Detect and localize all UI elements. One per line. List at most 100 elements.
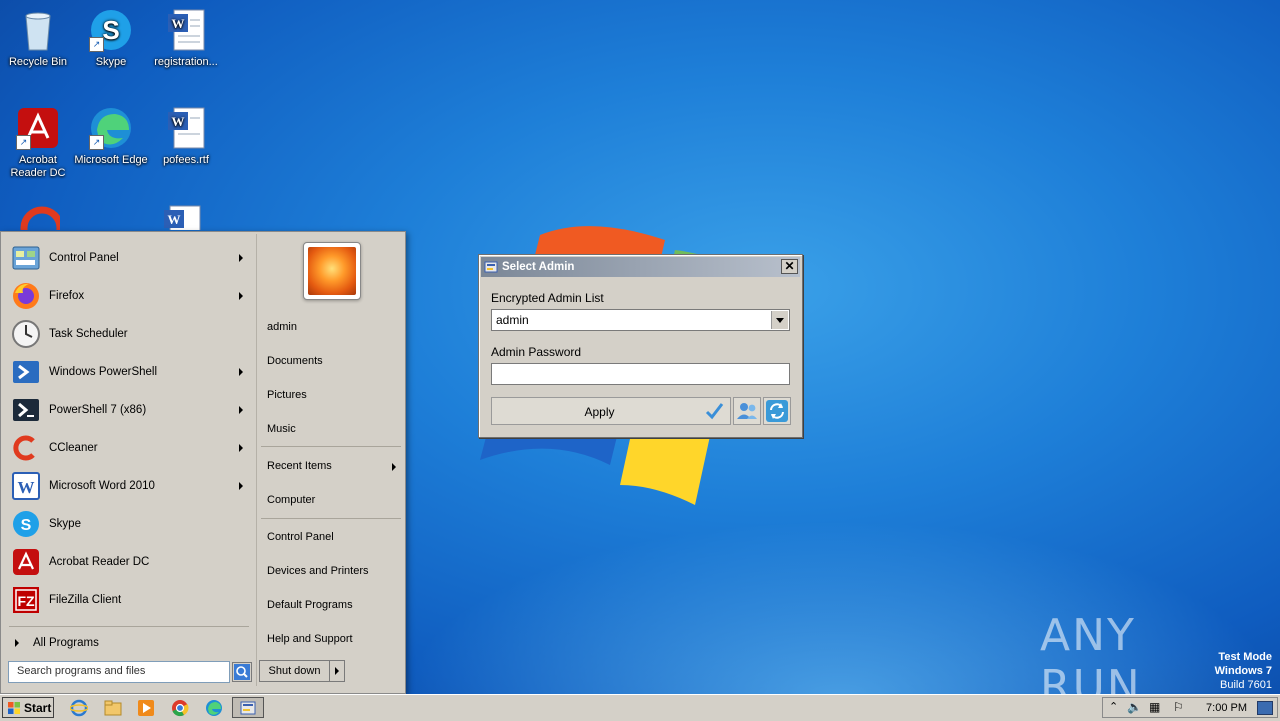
- shutdown-options-arrow[interactable]: [330, 661, 344, 681]
- program-task-scheduler[interactable]: Task Scheduler: [3, 316, 253, 352]
- shortcut-arrow-icon: ↗: [16, 135, 31, 150]
- desktop-icon-label: pofees.rtf: [163, 154, 209, 166]
- chevron-up-icon[interactable]: ⌃: [1109, 700, 1118, 713]
- select-admin-dialog: Select Admin ✕ Encrypted Admin List admi…: [478, 254, 803, 438]
- admin-password-label: Admin Password: [491, 345, 582, 359]
- program-microsoft-word[interactable]: W Microsoft Word 2010: [3, 468, 253, 504]
- program-label: Control Panel: [49, 252, 119, 264]
- link-help-support[interactable]: Help and Support: [257, 628, 404, 652]
- admin-list-select[interactable]: admin: [491, 309, 790, 331]
- taskbar-select-admin-app[interactable]: [232, 697, 264, 718]
- ccleaner-icon: [20, 206, 60, 230]
- app-icon: [240, 701, 256, 715]
- chevron-down-icon[interactable]: [771, 311, 788, 329]
- program-ccleaner[interactable]: CCleaner: [3, 430, 253, 466]
- anyrun-watermark: ANY RUN: [1040, 610, 1142, 712]
- ccleaner-icon: [11, 433, 41, 463]
- program-label: Task Scheduler: [49, 328, 128, 340]
- internet-explorer-icon[interactable]: [70, 699, 88, 717]
- desktop-icon-recycle-bin[interactable]: Recycle Bin: [0, 8, 76, 69]
- desktop-icon-pofees[interactable]: W pofees.rtf: [148, 106, 224, 167]
- admin-password-input[interactable]: [491, 363, 790, 385]
- firefox-icon: [11, 281, 41, 311]
- refresh-button[interactable]: [763, 397, 791, 425]
- program-label: Skype: [49, 518, 81, 530]
- link-control-panel[interactable]: Control Panel: [257, 526, 404, 550]
- all-programs-button[interactable]: All Programs: [3, 632, 253, 654]
- program-powershell-7[interactable]: PowerShell 7 (x86): [3, 392, 253, 428]
- close-button[interactable]: ✕: [781, 259, 798, 274]
- link-default-programs[interactable]: Default Programs: [257, 594, 404, 618]
- user-avatar[interactable]: [303, 242, 361, 300]
- desktop-icon-partial-document[interactable]: W: [160, 204, 204, 230]
- network-icon[interactable]: ▦: [1149, 700, 1160, 714]
- flag-icon[interactable]: ⚐: [1173, 700, 1184, 714]
- program-firefox[interactable]: Firefox: [3, 278, 253, 314]
- search-icon: [234, 664, 250, 680]
- word-icon: W: [11, 471, 41, 501]
- link-recent-items[interactable]: Recent Items: [257, 455, 404, 479]
- svg-text:FZ: FZ: [17, 593, 35, 609]
- link-music[interactable]: Music: [257, 418, 404, 442]
- powershell-icon: [11, 357, 41, 387]
- dialog-titlebar[interactable]: Select Admin ✕: [481, 257, 800, 277]
- system-tray: ⌃ 🔈 ▦ ⚐ 7:00 PM: [1102, 697, 1278, 718]
- start-button[interactable]: Start: [2, 697, 54, 718]
- svg-text:W: W: [168, 212, 181, 227]
- taskbar: Start ⌃ 🔈 ▦ ⚐ 7:00 PM: [0, 694, 1280, 721]
- link-documents[interactable]: Documents: [257, 350, 404, 374]
- program-control-panel[interactable]: Control Panel: [3, 240, 253, 276]
- clock[interactable]: 7:00 PM: [1206, 702, 1247, 714]
- show-desktop-icon[interactable]: [1257, 701, 1273, 715]
- volume-icon[interactable]: 🔈: [1127, 700, 1142, 714]
- submenu-arrow-icon: [392, 463, 396, 471]
- desktop-icon-acrobat[interactable]: ↗ Acrobat Reader DC: [0, 106, 76, 180]
- shortcut-arrow-icon: ↗: [89, 135, 104, 150]
- admin-list-value: admin: [496, 313, 529, 327]
- link-label: Music: [267, 423, 296, 435]
- divider: [261, 446, 401, 447]
- program-label: FileZilla Client: [49, 594, 122, 606]
- search-button[interactable]: [232, 662, 252, 682]
- file-explorer-icon[interactable]: [104, 699, 122, 717]
- desktop-icon-partial-ccleaner[interactable]: [20, 204, 60, 230]
- recycle-bin-icon: [16, 8, 60, 52]
- program-windows-powershell[interactable]: Windows PowerShell: [3, 354, 253, 390]
- task-scheduler-icon: [11, 319, 41, 349]
- submenu-arrow-icon: [239, 254, 243, 262]
- link-devices-printers[interactable]: Devices and Printers: [257, 560, 404, 584]
- chrome-icon[interactable]: [171, 699, 189, 717]
- link-label: Documents: [267, 355, 323, 367]
- users-button[interactable]: [733, 397, 761, 425]
- checkmark-icon: [705, 403, 724, 420]
- apply-button[interactable]: Apply: [491, 397, 731, 425]
- apply-label: Apply: [584, 405, 615, 419]
- submenu-arrow-icon: [239, 482, 243, 490]
- desktop-icon-registration[interactable]: W registration...: [148, 8, 224, 69]
- word-document-icon: W: [164, 8, 208, 52]
- start-menu: Control Panel Firefox Task Scheduler Win…: [0, 231, 406, 694]
- desktop-icon-edge[interactable]: ↗ Microsoft Edge: [73, 106, 149, 167]
- link-label: Pictures: [267, 389, 307, 401]
- start-search-input[interactable]: Search programs and files: [8, 661, 230, 683]
- link-label: admin: [267, 321, 297, 333]
- desktop-icon-label: Acrobat Reader DC: [10, 154, 66, 179]
- program-skype[interactable]: S Skype: [3, 506, 253, 542]
- close-icon: ✕: [784, 259, 795, 273]
- shutdown-button[interactable]: Shut down: [259, 660, 345, 682]
- link-admin[interactable]: admin: [257, 316, 404, 340]
- all-programs-label: All Programs: [33, 637, 99, 649]
- svg-text:S: S: [21, 517, 32, 534]
- edge-icon[interactable]: [205, 699, 223, 717]
- submenu-arrow-icon: [239, 292, 243, 300]
- desktop-icon-skype[interactable]: S ↗ Skype: [73, 8, 149, 69]
- program-acrobat-reader[interactable]: Acrobat Reader DC: [3, 544, 253, 580]
- flower-avatar-icon: [308, 247, 356, 295]
- shutdown-label: Shut down: [260, 661, 330, 681]
- link-computer[interactable]: Computer: [257, 489, 404, 513]
- link-pictures[interactable]: Pictures: [257, 384, 404, 408]
- program-filezilla[interactable]: FZ FileZilla Client: [3, 582, 253, 618]
- link-label: Computer: [267, 494, 316, 506]
- media-player-icon[interactable]: [137, 699, 155, 717]
- start-menu-places: admin Documents Pictures Music Recent It…: [256, 234, 404, 686]
